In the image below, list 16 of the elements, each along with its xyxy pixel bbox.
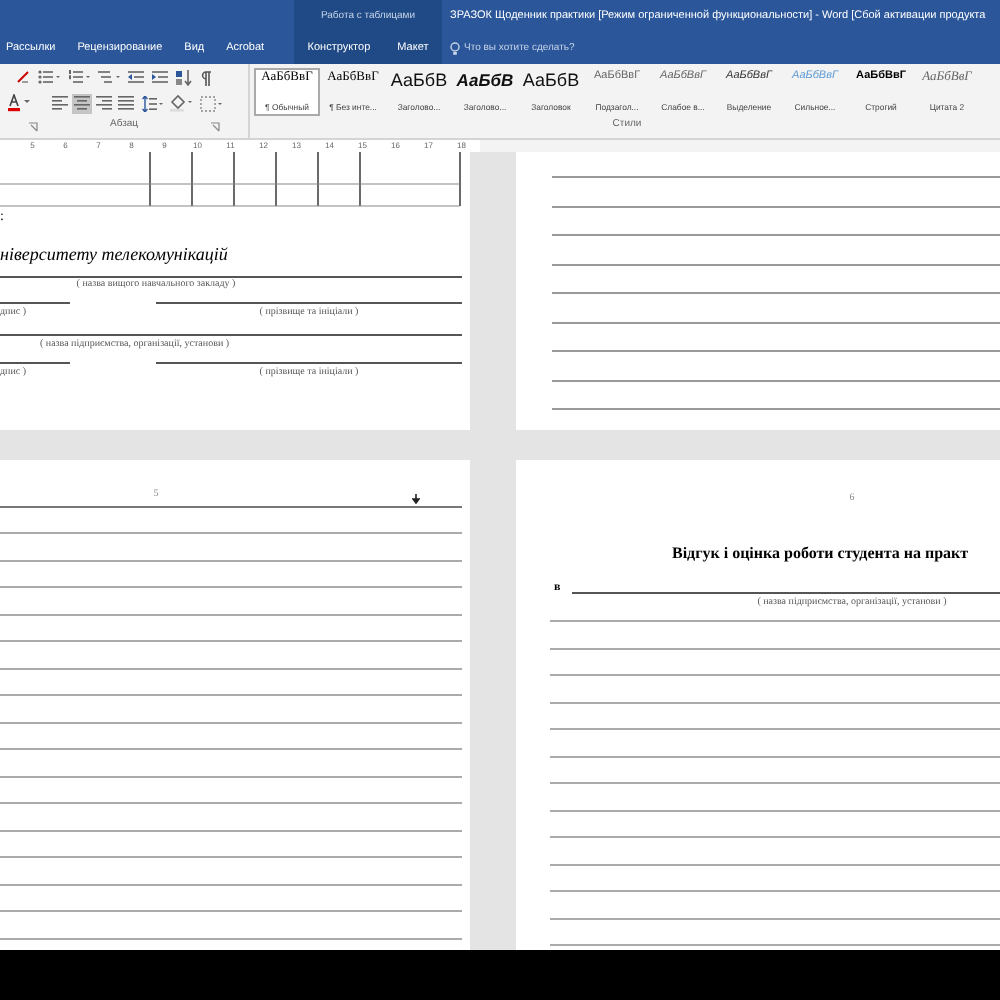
- dialog-launcher-icon[interactable]: [210, 121, 220, 131]
- sort-icon[interactable]: [176, 69, 192, 85]
- increase-indent-icon[interactable]: [152, 70, 168, 84]
- justify-button[interactable]: [116, 93, 136, 113]
- align-right-button[interactable]: [94, 93, 114, 113]
- section-heading: Відгук і оцінка роботи студента на практ: [672, 544, 969, 562]
- clear-formatting-icon[interactable]: [16, 70, 30, 84]
- lightbulb-icon: [450, 42, 460, 56]
- dialog-launcher-icon[interactable]: [28, 121, 38, 131]
- align-center-button[interactable]: [72, 93, 92, 113]
- font-color-icon[interactable]: [8, 94, 32, 112]
- pilcrow-icon[interactable]: [200, 69, 212, 85]
- align-left-button[interactable]: [50, 93, 70, 113]
- arrow-down-icon: [412, 494, 420, 504]
- decrease-indent-icon[interactable]: [128, 70, 144, 84]
- institution-text: ніверситету телекомунікацій: [0, 244, 228, 264]
